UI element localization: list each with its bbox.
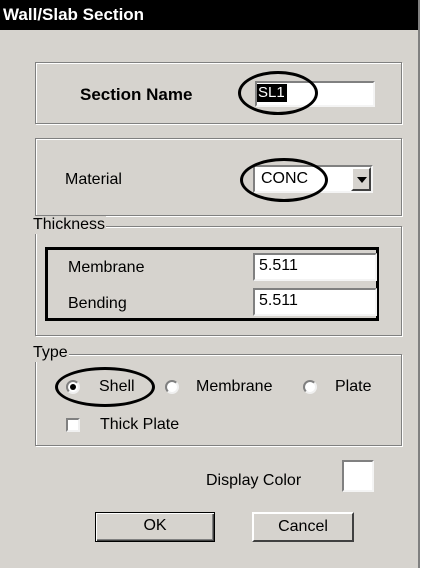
- ok-button-label: OK: [143, 517, 167, 534]
- thickness-legend: Thickness: [32, 216, 107, 234]
- type-group: [35, 354, 402, 446]
- thick-plate-label[interactable]: Thick Plate: [100, 415, 179, 435]
- material-selected-value: CONC: [261, 170, 309, 187]
- window-title: Wall/Slab Section: [3, 5, 145, 24]
- bending-input[interactable]: 5.511: [253, 288, 377, 316]
- cancel-button-label: Cancel: [278, 518, 328, 535]
- material-dropdown-button[interactable]: [351, 167, 371, 191]
- wall-slab-section-dialog: Wall/Slab Section Section Name SL1 SL1 M…: [0, 0, 420, 568]
- thickness-table: Membrane 5.511 Bending 5.511: [45, 247, 379, 321]
- type-legend: Type: [32, 344, 69, 362]
- material-select[interactable]: CONC: [253, 165, 373, 193]
- title-bar[interactable]: Wall/Slab Section: [0, 0, 418, 30]
- cancel-button[interactable]: Cancel: [252, 512, 354, 542]
- thick-plate-checkbox[interactable]: [66, 418, 80, 432]
- display-color-label: Display Color: [206, 472, 302, 489]
- membrane-radio[interactable]: [165, 380, 179, 394]
- plate-radio[interactable]: [303, 380, 317, 394]
- membrane-label: Membrane: [68, 259, 145, 276]
- shell-radio[interactable]: [66, 380, 80, 394]
- section-name-highlight-text: SL1: [258, 84, 285, 101]
- display-color-swatch[interactable]: [342, 460, 374, 492]
- section-name-label: Section Name: [80, 85, 193, 104]
- bending-label: Bending: [68, 295, 127, 312]
- ok-button[interactable]: OK: [95, 512, 215, 542]
- plate-radio-label[interactable]: Plate: [335, 377, 371, 397]
- membrane-input[interactable]: 5.511: [253, 253, 377, 281]
- material-label: Material: [65, 171, 122, 188]
- chevron-down-icon: [357, 177, 367, 183]
- shell-radio-label[interactable]: Shell: [99, 377, 135, 397]
- membrane-radio-label[interactable]: Membrane: [196, 377, 272, 397]
